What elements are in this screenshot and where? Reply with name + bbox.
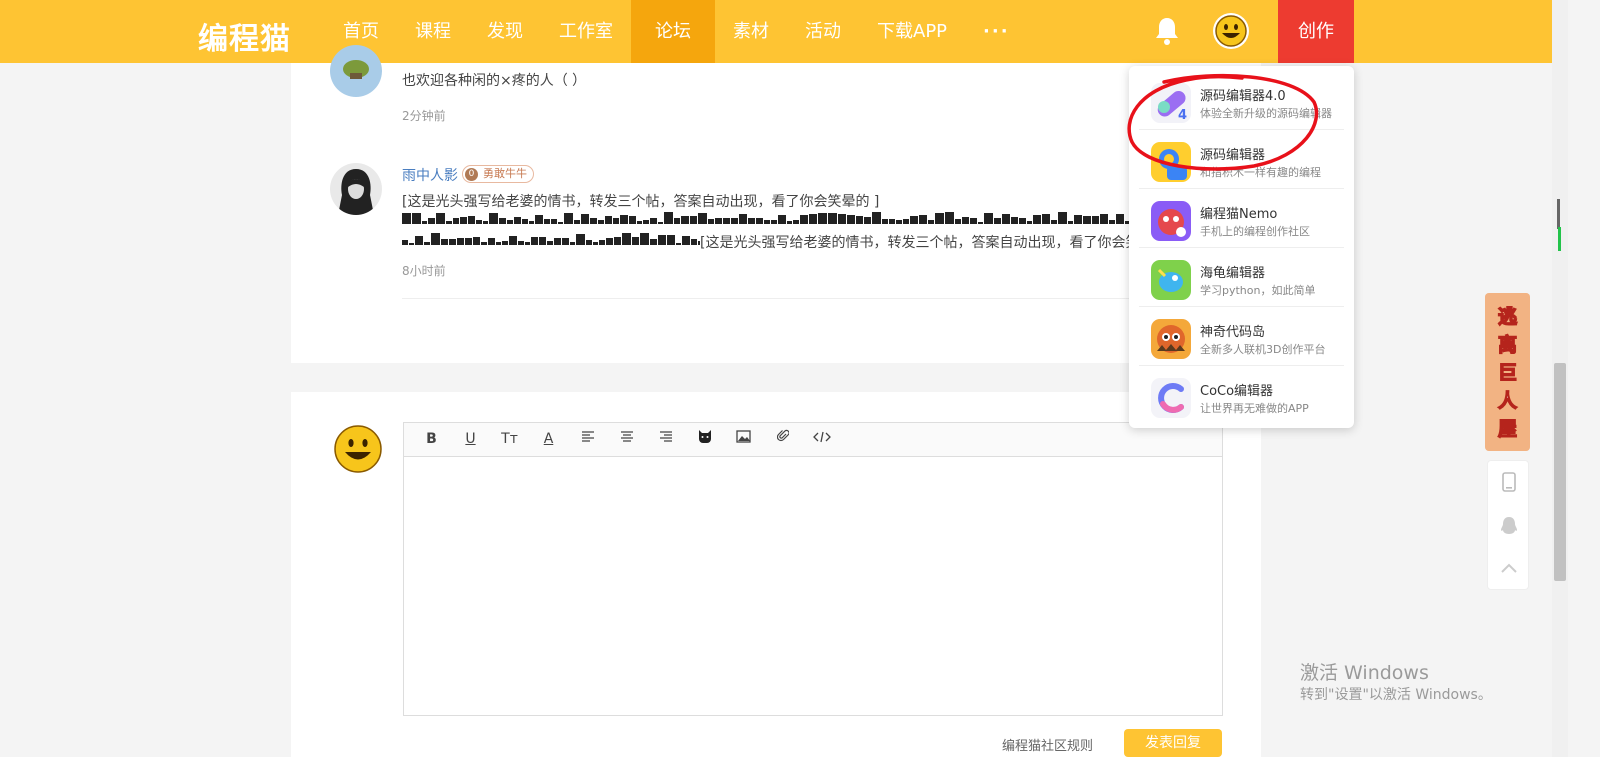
dropdown-item-subtitle: 体验全新升级的源码编辑器: [1200, 107, 1332, 120]
level-number: 0: [465, 168, 478, 181]
nav-item-studio[interactable]: 工作室: [541, 0, 631, 63]
editor-toolbar: B U Tт A: [403, 422, 1223, 457]
community-rules-link[interactable]: 编程猫社区规则: [1002, 735, 1093, 754]
reply-textarea[interactable]: [403, 456, 1223, 716]
text-glyph-blocks: [402, 212, 1130, 224]
nav-item-events[interactable]: 活动: [787, 0, 859, 63]
create-button[interactable]: 创作: [1278, 0, 1354, 63]
user-avatar[interactable]: [1212, 12, 1250, 50]
font-color-button[interactable]: A: [529, 422, 568, 457]
windows-activation-title: 激活 Windows: [1300, 662, 1429, 684]
dropdown-item-kitten[interactable]: 源码编辑器 和指积木一样有趣的编程: [1139, 130, 1344, 189]
comment-avatar[interactable]: [330, 163, 382, 215]
scroll-marker-green: [1558, 227, 1561, 251]
code-icon[interactable]: [802, 422, 841, 457]
align-left-icon[interactable]: [568, 422, 607, 457]
dropdown-item-subtitle: 学习python，如此简单: [1200, 284, 1316, 297]
scrollbar-thumb[interactable]: [1554, 363, 1566, 581]
comment-text: [这是光头强写给老婆的情书，转发三个帖，答案自动出现，看了你会笑晕的 ]: [402, 194, 880, 210]
nav-item-forum[interactable]: 论坛: [631, 0, 715, 63]
turtle-editor-icon: [1151, 260, 1191, 300]
mobile-app-icon[interactable]: [1488, 461, 1530, 503]
comment-time: 2分钟前: [402, 109, 446, 123]
kitten4-icon: 4: [1151, 83, 1191, 123]
nav-item-materials[interactable]: 素材: [715, 0, 787, 63]
game-ad-char: 逃: [1498, 305, 1518, 328]
dropdown-item-title: 海龟编辑器: [1200, 266, 1266, 281]
dropdown-item-turtle[interactable]: 海龟编辑器 学习python，如此简单: [1139, 248, 1344, 307]
game-ad-banner[interactable]: 逃 离 巨 人 屋: [1485, 293, 1530, 451]
kitten-icon: [1151, 142, 1191, 182]
code-island-icon: [1151, 319, 1191, 359]
dropdown-item-title: 源码编辑器: [1200, 148, 1266, 163]
windows-activation-subtitle: 转到"设置"以激活 Windows。: [1300, 687, 1492, 703]
comment-time: 8小时前: [402, 264, 446, 278]
qq-icon[interactable]: [1488, 505, 1530, 547]
submit-reply-button[interactable]: 发表回复: [1124, 729, 1222, 757]
svg-text:4: 4: [1178, 108, 1187, 123]
underline-button[interactable]: U: [451, 422, 490, 457]
main-nav: 首页 课程 发现 工作室 论坛 素材 活动 下载APP ···: [325, 0, 1028, 63]
dropdown-item-coco[interactable]: CoCo编辑器 让世界再无难做的APP: [1139, 366, 1344, 425]
create-dropdown-menu: 4 源码编辑器4.0 体验全新升级的源码编辑器 源码编辑器 和指积木一样有趣的编…: [1129, 66, 1354, 428]
nav-item-download-app[interactable]: 下载APP: [859, 0, 965, 63]
nav-item-discover[interactable]: 发现: [469, 0, 541, 63]
dropdown-item-code-island[interactable]: 神奇代码岛 全新多人联机3D创作平台: [1139, 307, 1344, 366]
top-nav-bar: 编程猫 首页 课程 发现 工作室 论坛 素材 活动 下载APP ··· 创作: [0, 0, 1568, 63]
notification-bell-icon[interactable]: [1154, 16, 1180, 46]
game-ad-char: 巨: [1498, 362, 1517, 384]
dropdown-item-subtitle: 让世界再无难做的APP: [1200, 402, 1309, 415]
scroll-marker: [1557, 199, 1560, 229]
coco-editor-icon: [1151, 378, 1191, 418]
my-avatar: [334, 425, 382, 473]
page-scrollbar[interactable]: [1552, 0, 1568, 757]
cat-emoji-icon[interactable]: [685, 422, 724, 457]
align-center-icon[interactable]: [607, 422, 646, 457]
comment-username[interactable]: 雨中人影: [402, 165, 458, 185]
dropdown-item-subtitle: 和指积木一样有趣的编程: [1200, 166, 1321, 179]
nav-more-button[interactable]: ···: [965, 0, 1028, 63]
dropdown-item-subtitle: 全新多人联机3D创作平台: [1200, 343, 1326, 356]
dropdown-item-title: 编程猫Nemo: [1200, 207, 1278, 222]
comment-divider: [402, 298, 1222, 299]
user-level-badge: 0 勇敢牛牛: [462, 165, 534, 183]
align-right-icon[interactable]: [646, 422, 685, 457]
site-logo[interactable]: 编程猫: [198, 14, 291, 58]
dropdown-item-title: 源码编辑器4.0: [1200, 89, 1286, 104]
dropdown-item-kitten4[interactable]: 4 源码编辑器4.0 体验全新升级的源码编辑器: [1139, 71, 1344, 130]
game-ad-char: 离: [1498, 333, 1517, 356]
side-toolbar: [1487, 460, 1529, 590]
game-ad-char: 人: [1498, 390, 1518, 412]
dropdown-item-title: CoCo编辑器: [1200, 384, 1274, 399]
bold-button[interactable]: B: [412, 422, 451, 457]
attachment-icon[interactable]: [763, 422, 802, 457]
game-ad-char: 屋: [1498, 418, 1517, 440]
image-icon[interactable]: [724, 422, 763, 457]
dropdown-item-title: 神奇代码岛: [1200, 325, 1266, 340]
comment-avatar[interactable]: [330, 45, 382, 97]
level-label: 勇敢牛牛: [483, 167, 527, 180]
nemo-icon: [1151, 201, 1191, 241]
back-to-top-icon[interactable]: [1488, 547, 1530, 589]
text-glyph-blocks: [402, 233, 700, 245]
dropdown-item-nemo[interactable]: 编程猫Nemo 手机上的编程创作社区: [1139, 189, 1344, 248]
font-size-button[interactable]: Tт: [490, 422, 529, 457]
comment-text: 也欢迎各种闲的×疼的人（ ）: [402, 73, 587, 89]
dropdown-item-subtitle: 手机上的编程创作社区: [1200, 225, 1310, 238]
comment-text-continued: [这是光头强写给老婆的情书，转发三个帖，答案自动出现，看了你会笑: [700, 235, 1130, 251]
nav-item-courses[interactable]: 课程: [397, 0, 469, 63]
